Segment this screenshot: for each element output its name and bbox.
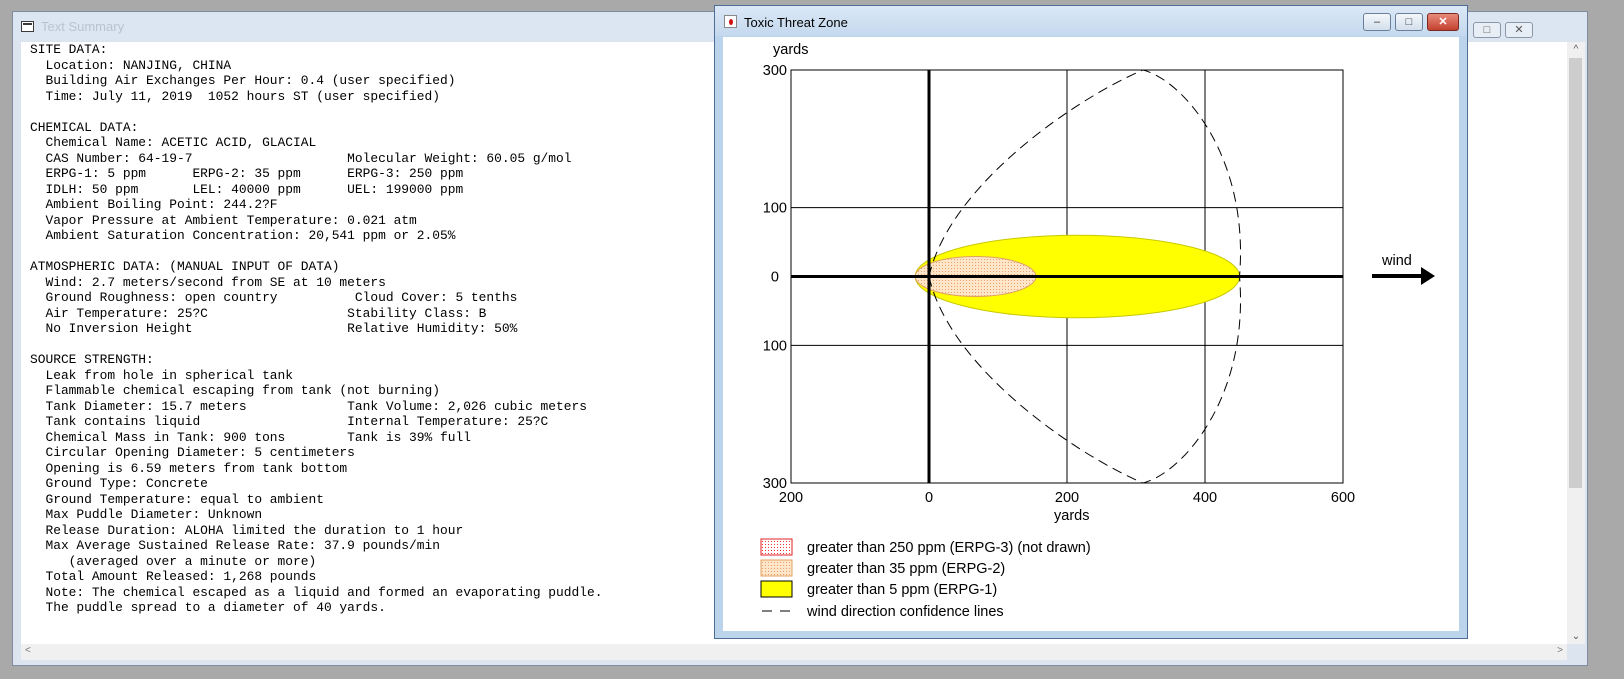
text-summary-title: Text Summary — [41, 19, 125, 34]
legend: greater than 250 ppm (ERPG-3) (not drawn… — [760, 538, 1091, 620]
scroll-down-icon[interactable]: ⌄ — [1567, 631, 1585, 642]
legend-label: greater than 35 ppm (ERPG-2) — [807, 561, 1005, 577]
x-tick-label: 200 — [1055, 490, 1079, 506]
wind-direction-arrow: wind — [1372, 253, 1435, 285]
legend-swatch — [760, 538, 793, 556]
threat-zone-plot: 200 0 200 400 600 300 100 0 100 300 yards yards w… — [723, 37, 1459, 631]
y-tick-label: 100 — [763, 338, 787, 354]
legend-label: greater than 250 ppm (ERPG-3) (not drawn… — [807, 540, 1091, 556]
threat-window-title: Toxic Threat Zone — [744, 15, 848, 30]
legend-label: wind direction confidence lines — [806, 604, 1004, 620]
scroll-left-icon[interactable]: < — [25, 645, 31, 656]
maximize-button[interactable]: □ — [1473, 22, 1501, 38]
scroll-thumb[interactable] — [1569, 58, 1582, 488]
legend-swatch — [760, 559, 793, 577]
close-button[interactable]: ✕ — [1505, 22, 1533, 38]
wind-label: wind — [1381, 253, 1412, 269]
x-axis-label: yards — [1054, 508, 1089, 524]
x-tick-label: 200 — [779, 490, 803, 506]
window-icon — [21, 21, 34, 32]
threat-zone-chart: 200 0 200 400 600 300 100 0 100 300 yards yards w… — [760, 42, 1435, 620]
y-tick-label: 100 — [763, 201, 787, 217]
aloha-app-icon — [724, 15, 737, 28]
legend-swatch — [760, 580, 793, 598]
legend-label: greater than 5 ppm (ERPG-1) — [807, 582, 997, 598]
y-axis-label: yards — [773, 42, 808, 58]
minimize-button[interactable]: – — [1363, 13, 1391, 31]
x-tick-label: 400 — [1193, 490, 1217, 506]
x-tick-label: 0 — [925, 490, 933, 506]
y-tick-label: 0 — [771, 270, 779, 286]
scroll-up-icon[interactable]: ^ — [1567, 44, 1585, 55]
vertical-scrollbar[interactable]: ^ ⌄ — [1567, 42, 1585, 644]
toxic-threat-zone-window: Toxic Threat Zone – □ ✕ 200 0 200 400 600 300… — [714, 5, 1468, 639]
wind-arrow-head-icon — [1421, 267, 1435, 285]
restore-button[interactable]: □ — [1395, 13, 1423, 31]
y-tick-label: 300 — [763, 63, 787, 79]
scroll-right-icon[interactable]: > — [1557, 645, 1563, 656]
x-tick-label: 600 — [1331, 490, 1355, 506]
threat-titlebar[interactable]: Toxic Threat Zone – □ ✕ — [715, 6, 1467, 36]
close-button[interactable]: ✕ — [1427, 13, 1459, 31]
horizontal-scrollbar[interactable]: < > — [21, 644, 1567, 660]
y-tick-label: 300 — [763, 476, 787, 492]
